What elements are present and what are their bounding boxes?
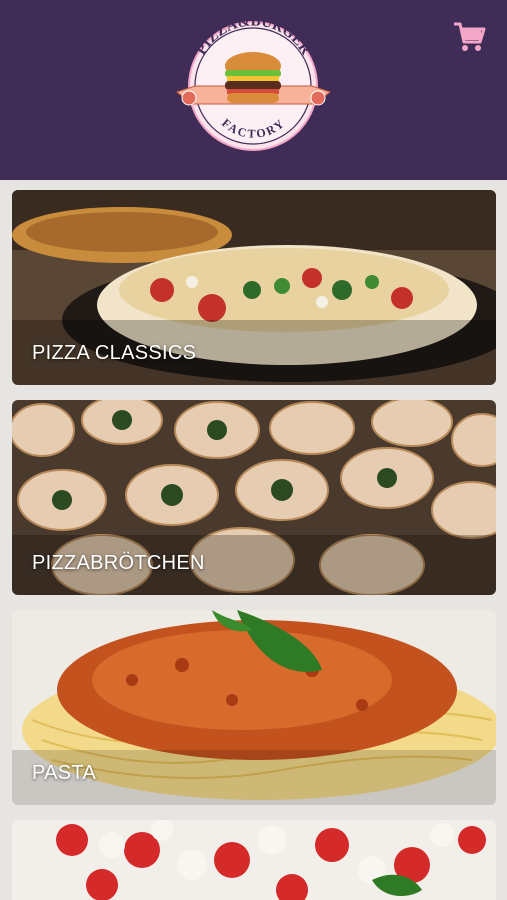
category-label: PIZZA CLASSICS <box>32 342 197 364</box>
category-label: PIZZABRÖTCHEN <box>32 552 205 574</box>
category-card-pizzabroetchen[interactable]: PIZZABRÖTCHEN <box>12 400 496 595</box>
category-card-pizza-classics[interactable]: PIZZA CLASSICS <box>12 190 496 385</box>
cart-icon[interactable] <box>452 20 486 54</box>
category-card-pasta[interactable]: PASTA <box>12 610 496 805</box>
brand-logo: PIZZA&BURGER FACTORY <box>175 20 332 151</box>
category-card-salad[interactable] <box>12 820 496 900</box>
caprese-image <box>12 820 496 900</box>
app-header: PIZZA&BURGER FACTORY <box>0 0 507 180</box>
category-label: PASTA <box>32 762 97 784</box>
